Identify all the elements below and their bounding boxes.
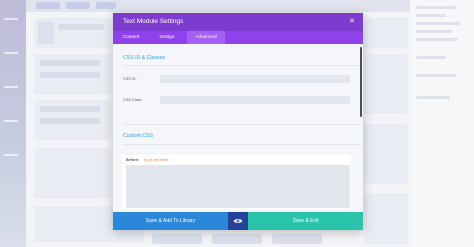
css-class-label: CSS Class:	[123, 98, 143, 102]
modal-footer: Save & Add To Library Save & Exit	[113, 212, 363, 230]
before-label: Before:	[126, 158, 140, 162]
selector-hint: et_pb_text:before	[144, 158, 169, 162]
text-module-settings-modal: Text Module Settings ✕ Content Design Ad…	[113, 13, 363, 230]
css-id-input[interactable]	[160, 75, 350, 83]
section-title-custom-css[interactable]: Custom CSS	[123, 133, 153, 139]
modal-scrollbar[interactable]	[360, 47, 362, 117]
tab-content[interactable]: Content	[113, 31, 149, 44]
before-css-panel: Before: et_pb_text:before	[122, 155, 351, 209]
settings-tab-bar: Content Design Advanced	[113, 31, 363, 44]
section-divider	[123, 124, 361, 125]
section-divider	[123, 144, 361, 145]
css-id-label: CSS ID:	[123, 77, 137, 81]
section-divider	[123, 65, 361, 66]
eye-icon	[233, 218, 243, 224]
modal-header: Text Module Settings ✕	[113, 13, 363, 31]
tab-advanced[interactable]: Advanced	[187, 31, 225, 44]
preview-button[interactable]	[228, 212, 248, 230]
close-icon[interactable]: ✕	[347, 17, 357, 27]
modal-title: Text Module Settings	[123, 18, 184, 25]
save-exit-button[interactable]: Save & Exit	[248, 212, 363, 230]
modal-body: CSS ID & Classes CSS ID: CSS Class: Cust…	[113, 44, 363, 214]
section-title-css-id-classes[interactable]: CSS ID & Classes	[123, 55, 165, 61]
before-css-textarea[interactable]	[126, 165, 350, 208]
css-class-input[interactable]	[160, 96, 350, 104]
tab-design[interactable]: Design	[149, 31, 185, 44]
save-add-to-library-button[interactable]: Save & Add To Library	[113, 212, 228, 230]
